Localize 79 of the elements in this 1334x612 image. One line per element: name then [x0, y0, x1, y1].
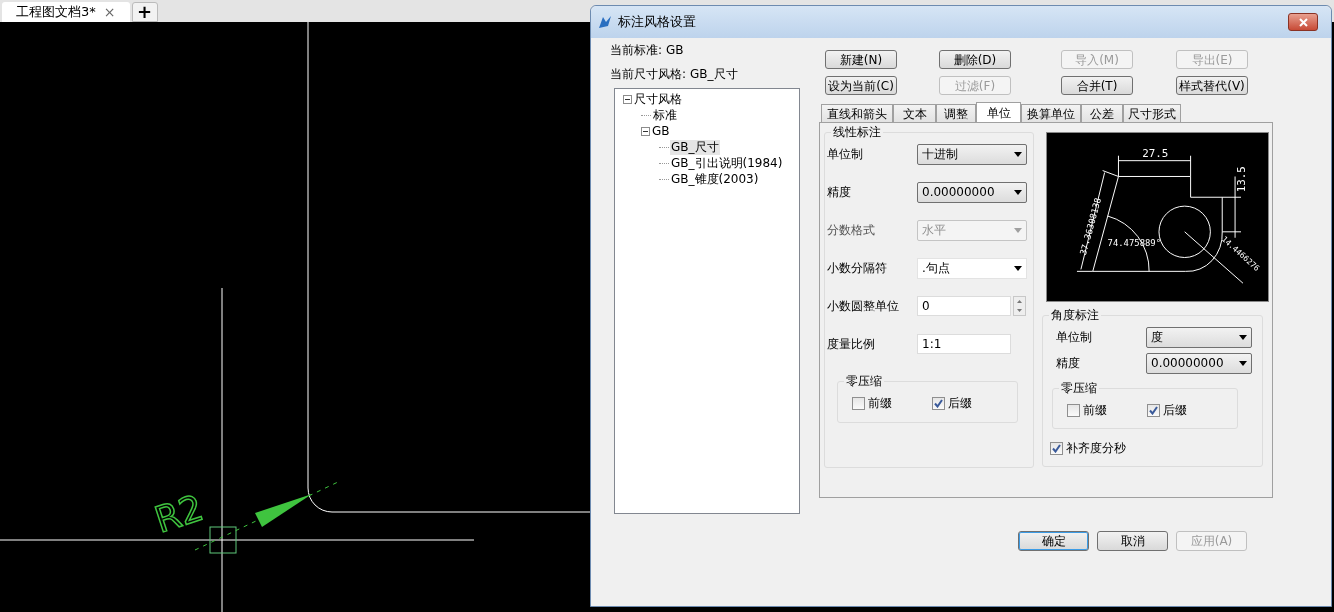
- tab[interactable]: 调整: [936, 104, 976, 122]
- tree-item[interactable]: 标准: [652, 107, 678, 123]
- dimension-text: 13.5: [1234, 166, 1248, 193]
- dropdown[interactable]: 0.00000000: [917, 181, 1027, 203]
- tab[interactable]: 公差: [1081, 104, 1123, 122]
- check-icon: [1149, 405, 1158, 415]
- tree-item[interactable]: 尺寸风格: [633, 91, 683, 107]
- checkbox[interactable]: [1147, 403, 1160, 417]
- dropdown-caret-icon: [1014, 151, 1022, 157]
- tab-title: 工程图文档3*: [16, 3, 96, 22]
- dropdown-caret-icon: [1239, 334, 1247, 340]
- checkbox[interactable]: [852, 396, 865, 410]
- tree-item[interactable]: GB_引出说明(1984): [670, 155, 784, 171]
- dialog-button[interactable]: 设为当前(C): [825, 76, 897, 95]
- dialog-button[interactable]: 删除(D): [939, 50, 1011, 69]
- dimension-text: 74.475889°: [1107, 237, 1162, 248]
- tab[interactable]: 单位: [976, 102, 1021, 122]
- tree-item[interactable]: GB_锥度(2003): [670, 171, 760, 187]
- field-label: 小数圆整单位: [827, 298, 900, 315]
- new-tab-button[interactable]: +: [131, 2, 158, 22]
- spin-buttons[interactable]: [1013, 296, 1026, 316]
- tree-item[interactable]: GB: [651, 123, 671, 139]
- tab[interactable]: 尺寸形式: [1123, 104, 1181, 122]
- dropdown[interactable]: 十进制: [917, 143, 1027, 165]
- group-title: 零压缩: [844, 373, 884, 389]
- circle-drawing: [1158, 205, 1211, 258]
- checkbox[interactable]: [1067, 403, 1080, 417]
- dialog-button[interactable]: 合并(T): [1061, 76, 1133, 95]
- checkbox-label: 后缀: [1163, 402, 1187, 419]
- field-label: 小数分隔符: [827, 260, 888, 277]
- dialog-button[interactable]: 确定: [1018, 531, 1089, 551]
- field-label: 单位制: [827, 146, 864, 163]
- group-title: 线性标注: [831, 124, 883, 140]
- dialog-button[interactable]: 新建(N): [825, 50, 897, 69]
- check-icon: [1052, 443, 1061, 453]
- field-value: GB_尺寸: [690, 66, 738, 83]
- group-title: 零压缩: [1059, 380, 1099, 396]
- collapse-icon[interactable]: [623, 94, 632, 104]
- number-field[interactable]: 0: [917, 296, 1011, 316]
- dialog-button[interactable]: 取消: [1097, 531, 1168, 551]
- pick-box: [209, 526, 237, 554]
- field-label: 精度: [827, 184, 852, 201]
- app-icon: [597, 14, 613, 30]
- dialog-button[interactable]: 样式替代(V): [1176, 76, 1248, 95]
- checkbox-label: 前缀: [868, 395, 892, 412]
- field-label: 度量比例: [827, 336, 876, 353]
- dropdown-caret-icon: [1014, 189, 1022, 195]
- field-label: 当前尺寸风格:: [610, 66, 687, 83]
- field-label: 当前标准:: [610, 42, 663, 59]
- dimension-text: R2: [149, 486, 209, 541]
- dropdown[interactable]: 度: [1146, 326, 1252, 348]
- text-field[interactable]: 1:1: [917, 334, 1011, 354]
- tab[interactable]: 文本: [893, 104, 936, 122]
- dropdown-caret-icon: [1014, 265, 1022, 271]
- field-label: 分数格式: [827, 222, 876, 239]
- tree-item[interactable]: GB_尺寸: [670, 139, 720, 155]
- dropdown[interactable]: .句点: [917, 257, 1027, 279]
- collapse-icon[interactable]: [641, 126, 650, 136]
- checkbox-label: 后缀: [948, 395, 972, 412]
- document-tab[interactable]: 工程图文档3* ×: [2, 2, 130, 22]
- dropdown-caret-icon: [1239, 360, 1247, 366]
- checkbox-label: 补齐度分秒: [1066, 440, 1126, 457]
- group-title: 角度标注: [1049, 307, 1101, 323]
- close-icon[interactable]: ×: [103, 1, 116, 23]
- tab[interactable]: 换算单位: [1021, 104, 1081, 122]
- field-label: 精度: [1056, 355, 1081, 372]
- close-icon: [1298, 17, 1308, 27]
- field-label: 单位制: [1056, 329, 1093, 346]
- checkbox[interactable]: [932, 396, 945, 410]
- close-button[interactable]: [1288, 13, 1318, 31]
- dimension-text: 27.5: [1142, 146, 1169, 160]
- checkbox-label: 前缀: [1083, 402, 1107, 419]
- field-value: GB: [666, 42, 684, 59]
- tab[interactable]: 直线和箭头: [821, 104, 893, 122]
- dropdown[interactable]: 0.00000000: [1146, 352, 1252, 374]
- checkbox[interactable]: [1050, 441, 1063, 455]
- dropdown-caret-icon: [1014, 227, 1022, 233]
- check-icon: [934, 398, 943, 408]
- window-title: 标注风格设置: [618, 13, 696, 32]
